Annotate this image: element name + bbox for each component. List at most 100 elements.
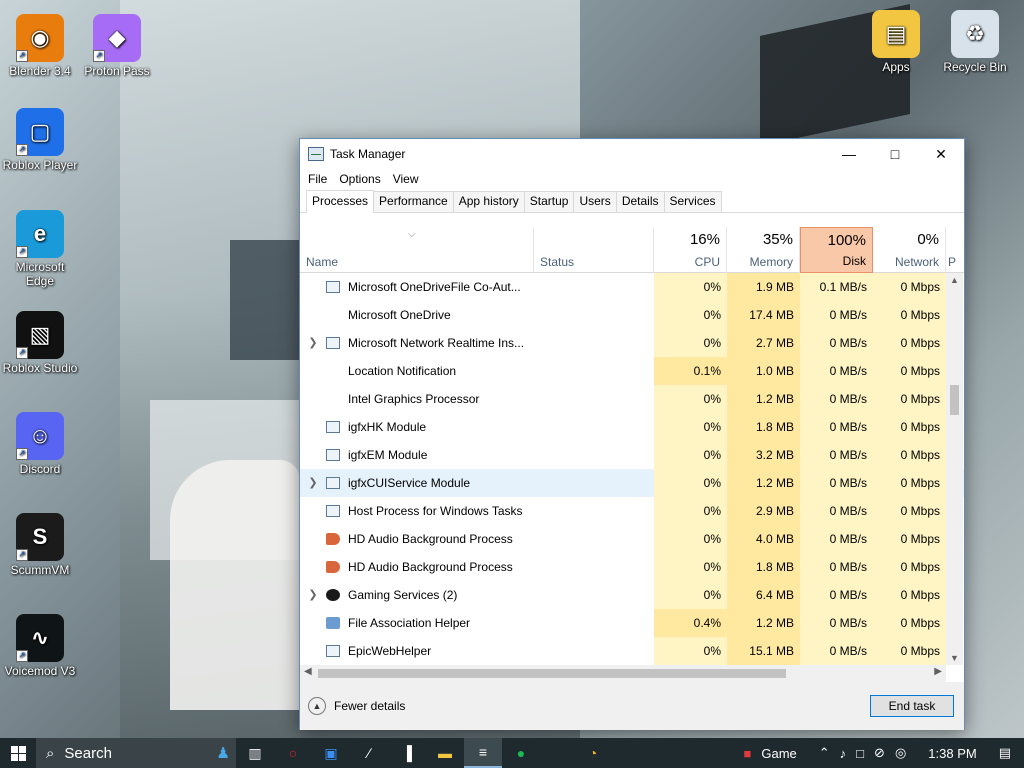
tab-processes[interactable]: Processes [306,190,375,213]
fewer-details-label: Fewer details [334,699,406,713]
table-row[interactable]: igfxHK Module 0% 1.8 MB 0 MB/s 0 Mbps [300,413,964,441]
network-cell: 0 Mbps [873,413,946,441]
column-power[interactable]: P [946,227,964,273]
desktop-icon-4[interactable]: ▧ ↗ Roblox Studio [0,311,80,375]
search-label: Search [64,744,112,762]
table-row[interactable]: Location Notification 0.1% 1.0 MB 0 MB/s… [300,357,964,385]
column-cpu[interactable]: 16% CPU [654,227,727,273]
maximize-button[interactable]: □ [872,139,918,169]
cpu-cell: 0% [654,637,727,665]
table-row[interactable]: Intel Graphics Processor 0% 1.2 MB 0 MB/… [300,385,964,413]
task-manager-taskbar-icon[interactable]: ≡ [464,738,502,768]
chrome-icon[interactable]: ◔ [574,738,612,768]
expand-chevron-icon[interactable]: ❯ [300,469,326,497]
table-row[interactable]: Microsoft OneDrive 0% 17.4 MB 0 MB/s 0 M… [300,301,964,329]
desktop-icon-9[interactable]: ♻ Recycle Bin [935,10,1015,74]
desktop-icon-5[interactable]: ☺ ↗ Discord [0,412,80,476]
task-view-icon[interactable]: ▥ [236,738,274,768]
desktop-icon-label: Recycle Bin [943,60,1007,74]
table-row[interactable]: ❯ Microsoft Network Realtime Ins... 0% 2… [300,329,964,357]
process-name-cell: igfxEM Module [300,441,654,469]
bluetooth-off-icon[interactable]: ⊘ [869,745,890,761]
tab-users[interactable]: Users [573,191,617,212]
weather-text[interactable]: Game [756,746,801,761]
tab-startup[interactable]: Startup [523,191,575,212]
roblox-icon[interactable]: ▣ [312,738,350,768]
network-icon[interactable]: □ [851,746,869,761]
desktop-icon-1[interactable]: ◆ ↗ Proton Pass [77,14,157,78]
desktop-icon-3[interactable]: e ↗ Microsoft Edge [0,210,80,288]
menu-options[interactable]: Options [333,172,386,186]
expand-chevron-icon[interactable]: ❯ [300,329,326,357]
shortcut-arrow-icon: ↗ [16,347,28,359]
desktop-icon-2[interactable]: ▢ ↗ Roblox Player [0,108,80,172]
pen-icon[interactable]: ∕ [350,738,388,768]
clock[interactable]: 1:38 PM [923,746,981,761]
footer-bar: ▲ Fewer details End task [300,682,964,730]
tab-services[interactable]: Services [663,191,722,212]
tab-app-history[interactable]: App history [452,191,525,212]
shortcut-arrow-icon: ↗ [16,448,28,460]
expand-chevron-icon[interactable]: ❯ [300,581,326,609]
table-row[interactable]: EpicWebHelper 0% 15.1 MB 0 MB/s 0 Mbps [300,637,964,665]
scroll-down-icon[interactable]: ▼ [946,653,963,663]
column-name[interactable]: Name [300,227,534,273]
network-cell: 0 Mbps [873,385,946,413]
column-status[interactable]: Status [534,227,654,273]
horizontal-scrollbar[interactable]: ◀ ▶ [300,665,946,682]
volume-icon[interactable]: ♪ [835,746,852,761]
vertical-scroll-thumb[interactable] [950,385,959,415]
fewer-details-link[interactable]: ▲ Fewer details [308,697,405,715]
notification-icon[interactable]: ▤ [994,745,1016,761]
process-table: ⌵ Name Status 16% CPU 35% Memory 100% Di… [300,227,964,665]
meet-icon[interactable]: ◎ [890,745,911,761]
menu-view[interactable]: View [387,172,425,186]
spotify-icon[interactable]: ● [502,738,540,768]
desktop-icon-label: Discord [19,462,61,476]
horizontal-scroll-thumb[interactable] [318,669,786,678]
memory-cell: 2.9 MB [727,497,800,525]
tab-details[interactable]: Details [615,191,665,212]
end-task-button[interactable]: End task [870,695,954,717]
disk-cell: 0 MB/s [800,525,873,553]
column-network[interactable]: 0% Network [873,227,946,273]
table-row[interactable]: ❯ igfxCUIService Module 0% 1.2 MB 0 MB/s… [300,469,964,497]
piano-icon[interactable]: ▐ [388,738,426,768]
file-explorer-icon[interactable]: ▬ [426,738,464,768]
opera-icon[interactable]: ○ [274,738,312,768]
table-row[interactable]: ❯ Gaming Services (2) 0% 6.4 MB 0 MB/s 0… [300,581,964,609]
start-button[interactable] [0,738,36,768]
table-row[interactable]: File Association Helper 0.4% 1.2 MB 0 MB… [300,609,964,637]
scroll-up-icon[interactable]: ▲ [946,275,963,285]
task-manager-window[interactable]: Task Manager — □ ✕ File Options View Pro… [299,138,965,730]
search-icon: ⌕ [46,744,55,762]
scroll-left-icon[interactable]: ◀ [304,666,312,677]
column-disk[interactable]: 100% Disk [800,227,873,273]
tab-performance[interactable]: Performance [373,191,454,212]
table-row[interactable]: HD Audio Background Process 0% 4.0 MB 0 … [300,525,964,553]
desktop-icon-6[interactable]: S ↗ ScummVM [0,513,80,577]
shortcut-arrow-icon: ↗ [16,549,28,561]
mlb-icon[interactable]: ■ [739,746,757,761]
menu-file[interactable]: File [302,172,333,186]
column-memory[interactable]: 35% Memory [727,227,800,273]
table-row[interactable]: HD Audio Background Process 0% 1.8 MB 0 … [300,553,964,581]
table-row[interactable]: Host Process for Windows Tasks 0% 2.9 MB… [300,497,964,525]
vertical-scrollbar[interactable]: ▲ ▼ [946,273,963,665]
table-row[interactable]: igfxEM Module 0% 3.2 MB 0 MB/s 0 Mbps [300,441,964,469]
close-button[interactable]: ✕ [918,139,964,169]
desktop-icon-7[interactable]: ∿ ↗ Voicemod V3 [0,614,80,678]
desktop-icon-8[interactable]: ▤ Apps [856,10,936,74]
network-cell: 0 Mbps [873,553,946,581]
system-tray: ■ Game ⌃ ♪ □ ⊘ ◎ 1:38 PM ▤ [739,738,1024,768]
taskbar-search[interactable]: ⌕ Search ♟ [36,738,236,768]
process-name-cell: File Association Helper [300,609,654,637]
desktop-icon-0[interactable]: ◉ ↗ Blender 3.4 [0,14,80,78]
minimize-button[interactable]: — [826,139,872,169]
cpu-cell: 0.4% [654,609,727,637]
scroll-right-icon[interactable]: ▶ [934,666,942,677]
table-row[interactable]: Microsoft OneDriveFile Co-Aut... 0% 1.9 … [300,273,964,301]
tray-chevron-icon[interactable]: ⌃ [814,745,835,761]
title-bar[interactable]: Task Manager — □ ✕ [300,139,964,169]
network-cell: 0 Mbps [873,301,946,329]
